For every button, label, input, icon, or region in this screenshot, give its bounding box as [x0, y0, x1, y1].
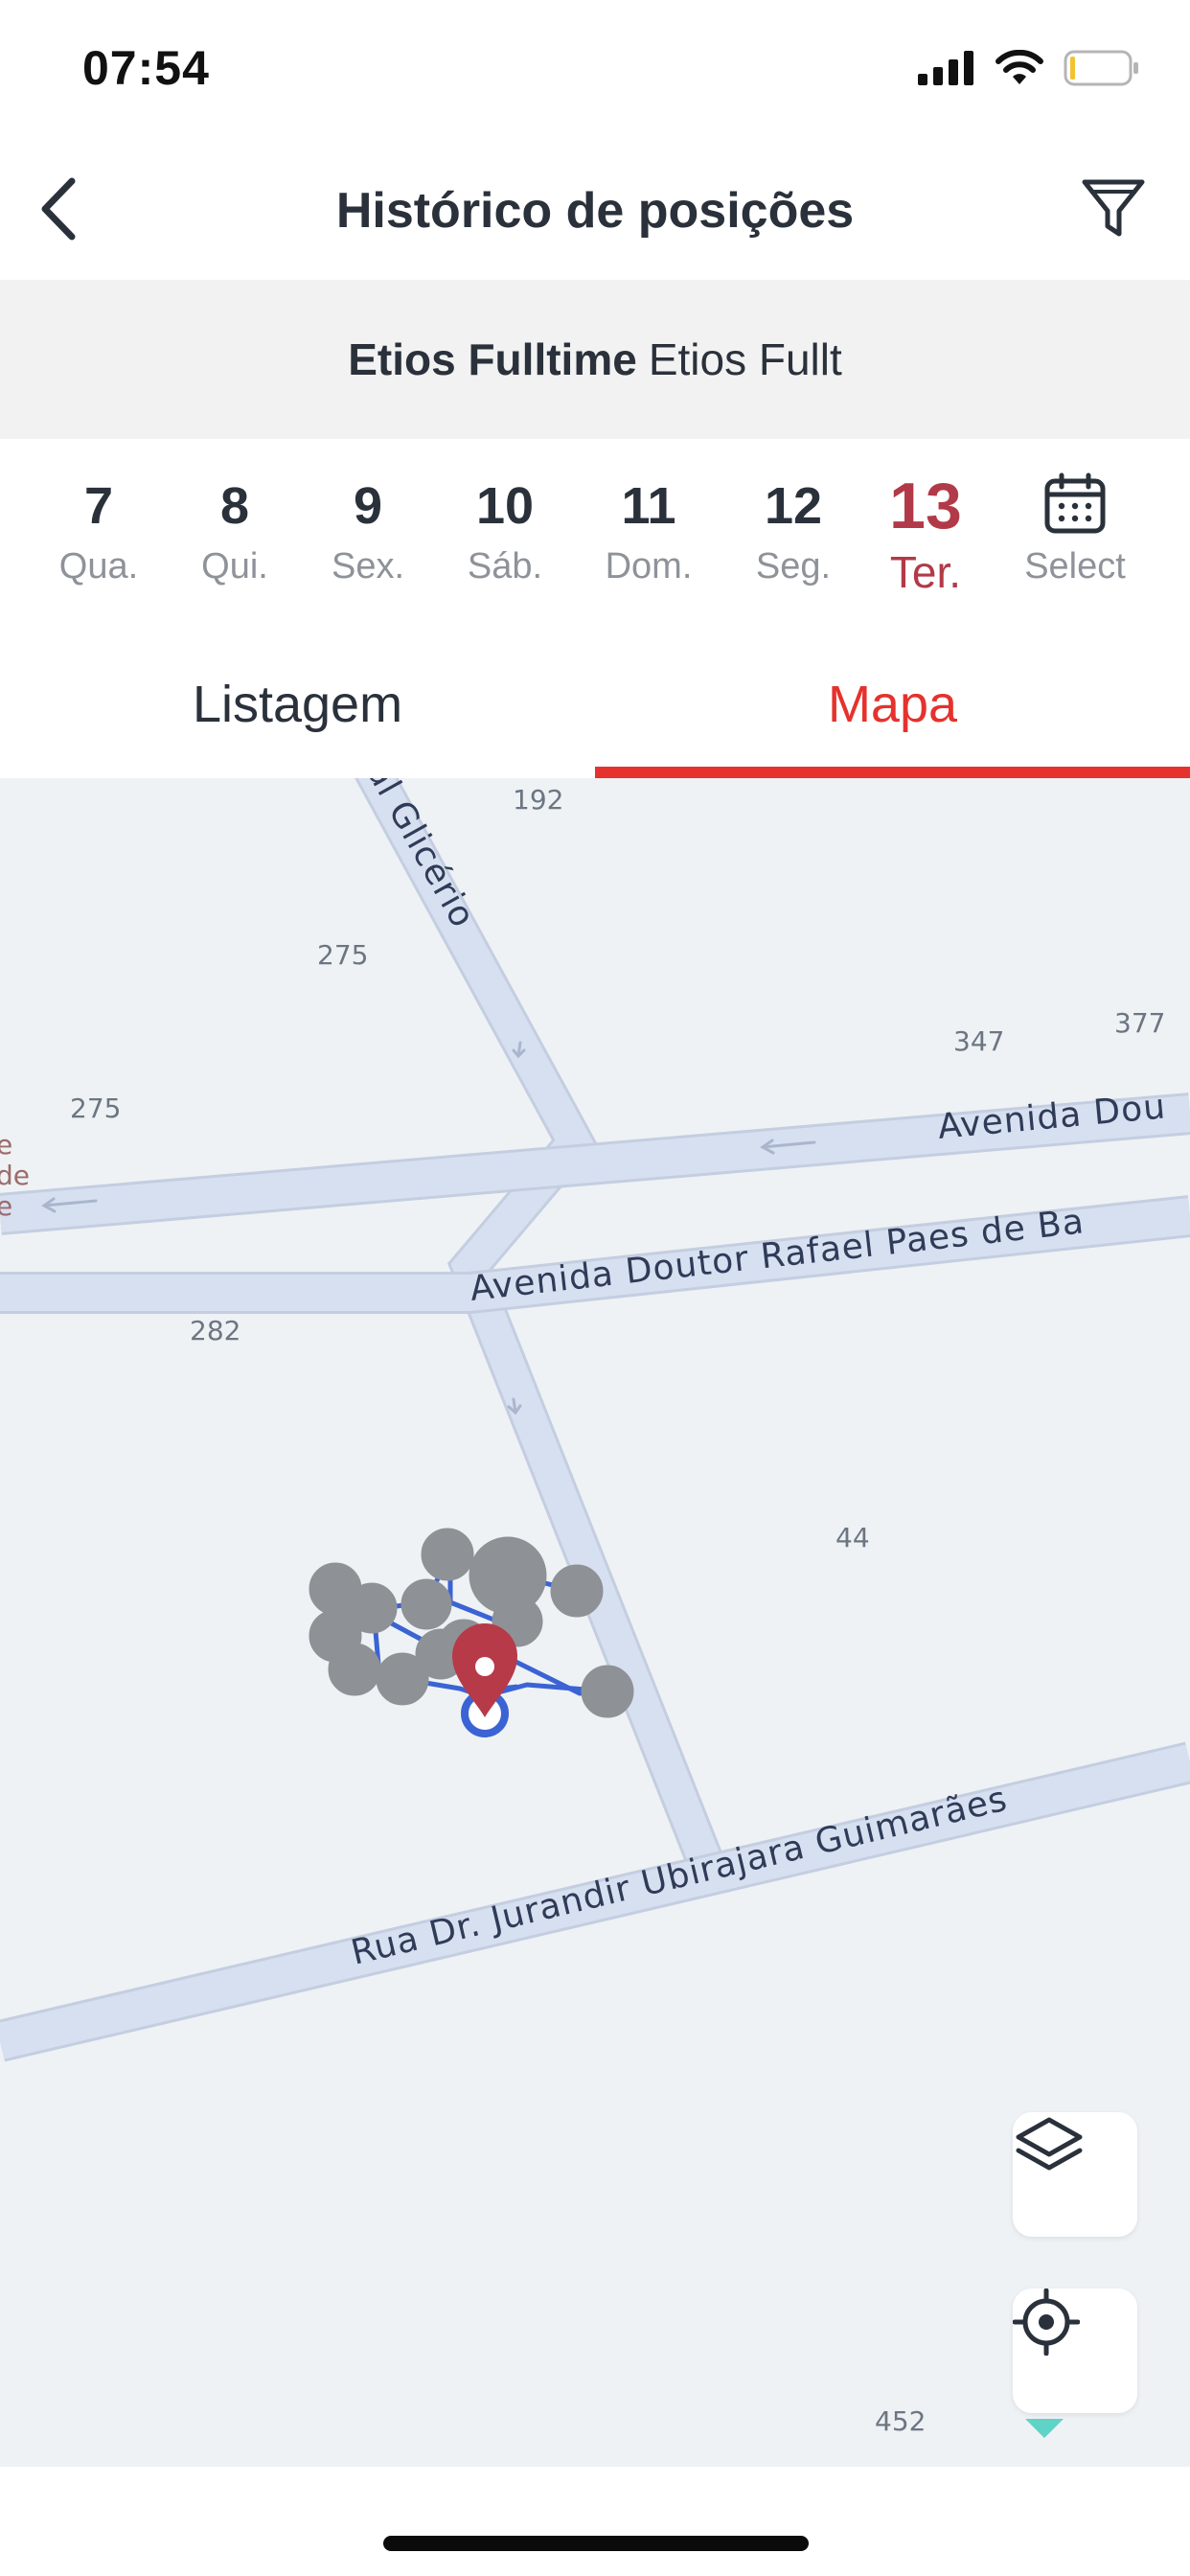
header: Histórico de posições — [0, 144, 1190, 280]
status-time: 07:54 — [82, 41, 210, 95]
battery-icon — [1064, 50, 1140, 91]
position-point[interactable] — [550, 1564, 604, 1618]
house-number: 377 — [1114, 1007, 1165, 1039]
house-number: 452 — [875, 2405, 926, 2437]
house-number: 275 — [317, 939, 368, 971]
date-item-7[interactable]: 7 Qua. — [32, 468, 166, 587]
vehicle-name: Etios Fulltime — [348, 334, 637, 384]
wifi-icon — [995, 49, 1044, 91]
date-number: 7 — [83, 477, 114, 535]
tab-mapa[interactable]: Mapa — [595, 631, 1190, 778]
page-title: Histórico de posições — [335, 183, 855, 239]
date-number: 12 — [764, 477, 823, 535]
tab-listagem[interactable]: Listagem — [0, 631, 595, 778]
home-indicator[interactable] — [383, 2536, 809, 2551]
date-item-13-selected[interactable]: 13 Ter. — [858, 468, 993, 598]
date-number: 13 — [889, 470, 962, 542]
house-number: 347 — [953, 1025, 1004, 1057]
filter-button[interactable] — [1073, 171, 1154, 251]
date-number: 9 — [353, 477, 383, 535]
date-select-button[interactable]: Select — [1008, 468, 1142, 587]
date-item-10[interactable]: 10 Sáb. — [438, 468, 572, 587]
view-tabs: Listagem Mapa — [0, 631, 1190, 778]
map-view[interactable]: al Glicério Avenida Dou Avenida Doutor R… — [0, 778, 1190, 2467]
date-selector: 7 Qua. 8 Qui. 9 Sex. 10 Sáb. 11 Dom. 12 … — [0, 439, 1190, 631]
cellular-signal-icon — [918, 51, 975, 90]
position-point[interactable] — [328, 1643, 381, 1696]
calendar-icon — [1043, 472, 1107, 540]
house-number: 192 — [513, 784, 563, 816]
date-weekday: Qua. — [58, 546, 139, 586]
filter-icon — [1079, 174, 1148, 248]
date-select-label: Select — [1024, 546, 1126, 586]
date-number: 11 — [621, 477, 676, 535]
house-number: 282 — [190, 1315, 240, 1346]
date-number: 8 — [219, 477, 250, 535]
position-point[interactable] — [421, 1528, 474, 1581]
poi-text: e — [0, 1129, 12, 1161]
date-weekday: Ter. — [889, 547, 962, 597]
date-weekday: Dom. — [605, 546, 693, 586]
vehicle-banner: Etios Fulltime Etios Fullt — [0, 280, 1190, 439]
date-item-11[interactable]: 11 Dom. — [582, 468, 716, 587]
road-direction-arrows — [41, 1041, 816, 1415]
active-tab-indicator — [595, 767, 1190, 778]
date-weekday: Sex. — [331, 546, 405, 586]
layers-button[interactable] — [1013, 2112, 1137, 2237]
map-pin-icon[interactable] — [452, 1623, 517, 1717]
position-point[interactable] — [581, 1665, 634, 1718]
date-item-8[interactable]: 8 Qui. — [168, 468, 302, 587]
house-number: 44 — [835, 1522, 870, 1553]
house-number: 275 — [70, 1092, 121, 1124]
locate-me-button[interactable] — [1013, 2288, 1137, 2413]
status-icons — [918, 49, 1140, 91]
poi-text: de — [0, 1160, 30, 1191]
date-weekday: Qui. — [201, 546, 268, 586]
map-canvas: al Glicério Avenida Dou Avenida Doutor R… — [0, 778, 1190, 2438]
date-item-9[interactable]: 9 Sex. — [301, 468, 435, 587]
date-number: 10 — [475, 477, 535, 535]
street-label-glicerio: al Glicério — [358, 778, 482, 934]
vehicle-subtitle: Etios Fullt — [648, 334, 842, 384]
position-point[interactable] — [400, 1578, 452, 1630]
date-weekday: Seg. — [755, 546, 832, 586]
status-bar: 07:54 — [0, 0, 1190, 144]
date-item-12[interactable]: 12 Seg. — [726, 468, 860, 587]
poi-text: e — [0, 1190, 12, 1222]
bottom-safe-area — [0, 2467, 1190, 2576]
date-weekday: Sáb. — [467, 546, 543, 586]
